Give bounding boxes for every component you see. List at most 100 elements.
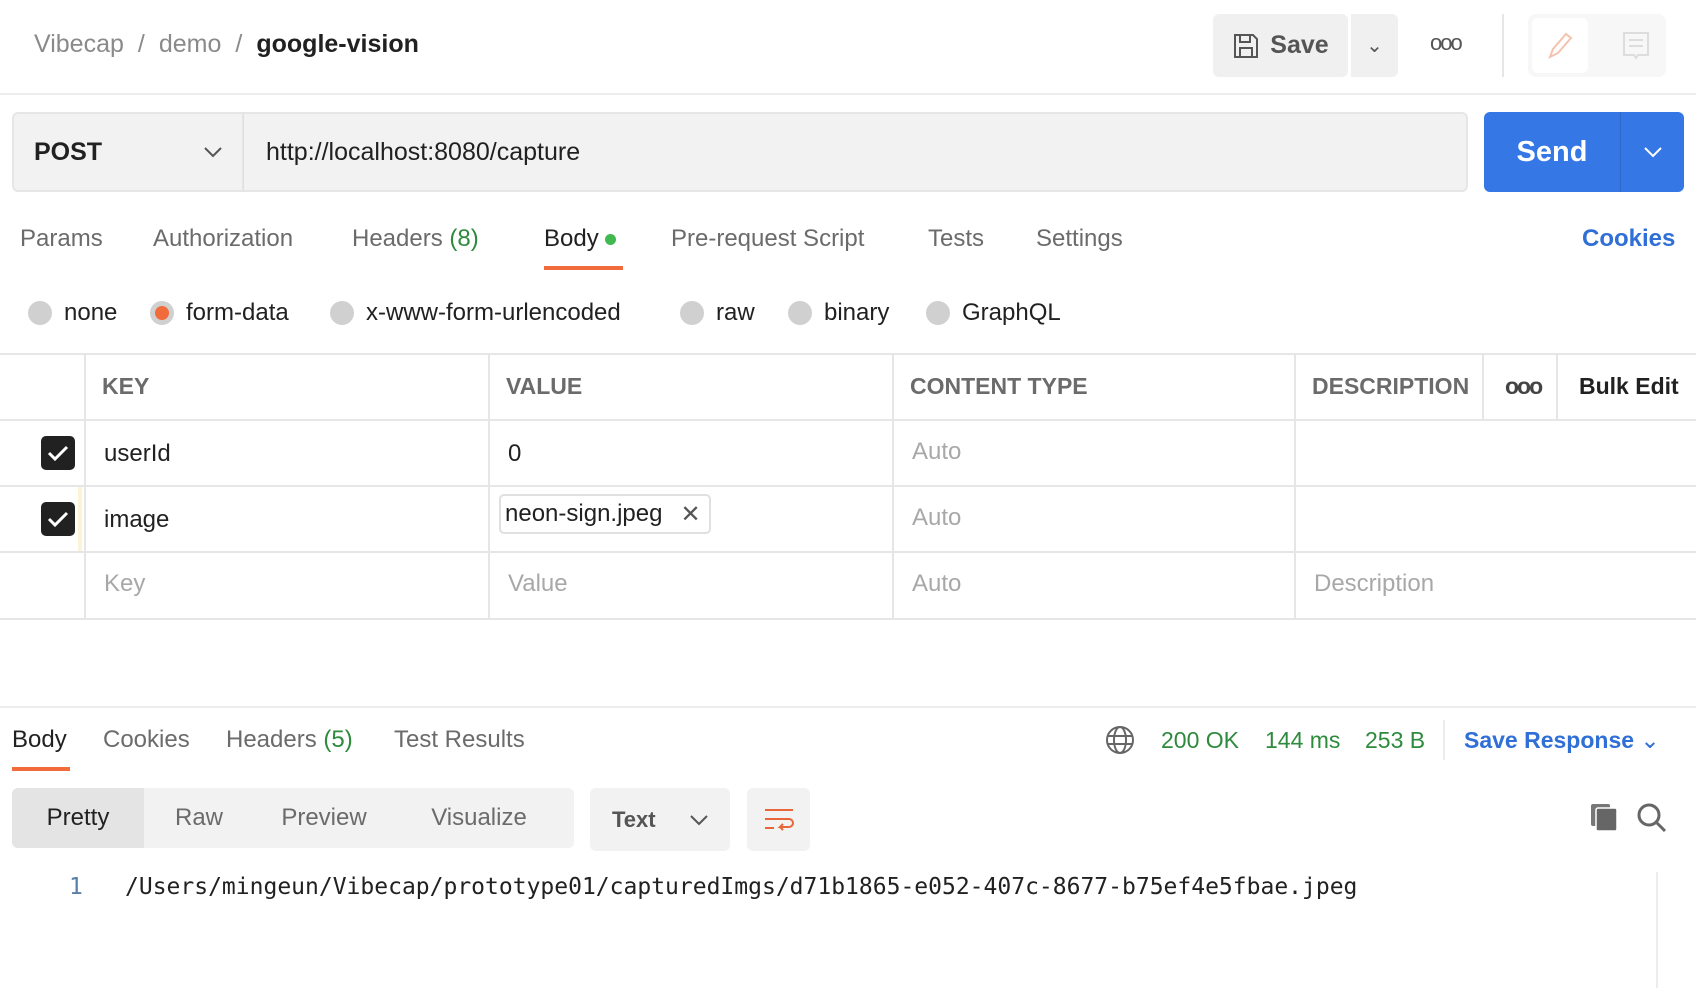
view-preview[interactable]: Preview [254,788,394,848]
tab-authorization[interactable]: Authorization [153,225,293,253]
status-code: 200 OK [1161,727,1239,753]
response-tab-headers[interactable]: Headers (5) [226,726,353,754]
globe-icon[interactable] [1105,725,1135,755]
save-label: Save [1270,31,1329,59]
side-panel-toggle [1528,14,1666,77]
radio-icon [926,301,950,325]
radio-binary[interactable]: binary [788,299,889,327]
modified-dot-icon [605,234,617,246]
breadcrumb-separator: / [137,30,145,58]
value-cell[interactable]: 0 [508,440,521,468]
chevron-down-icon: ⌄ [1640,727,1660,753]
content-type-cell[interactable]: Auto [912,438,961,466]
value-input[interactable]: Value [508,570,568,598]
view-pretty[interactable]: Pretty [12,788,144,848]
form-data-table: KEY VALUE CONTENT TYPE DESCRIPTION ooo B… [0,353,1696,620]
format-value: Text [612,806,656,832]
radio-urlencoded[interactable]: x-www-form-urlencoded [330,299,621,327]
comment-icon [1623,31,1649,60]
file-chip: neon-sign.jpeg ✕ [499,494,711,534]
description-input[interactable]: Description [1314,570,1434,598]
radio-icon [330,301,354,325]
file-name: neon-sign.jpeg [505,500,663,527]
radio-none[interactable]: none [28,299,117,327]
radio-label: x-www-form-urlencoded [366,299,621,326]
method-select[interactable]: POST [12,112,244,192]
col-divider [892,355,894,620]
tab-params[interactable]: Params [20,225,103,253]
breadcrumb-workspace[interactable]: Vibecap [34,30,124,59]
breadcrumb-collection[interactable]: demo [159,30,222,59]
tab-settings[interactable]: Settings [1036,225,1123,253]
tab-label: Body [544,225,599,252]
headers-count: (5) [323,726,353,753]
tab-body[interactable]: Body [544,225,617,253]
comments-button[interactable] [1608,18,1664,73]
save-button[interactable]: Save [1213,14,1348,77]
view-mode-tabs: Pretty Raw Preview Visualize [12,788,574,848]
view-visualize[interactable]: Visualize [394,788,564,848]
response-size: 253 B [1365,727,1426,753]
bulk-edit-button[interactable]: Bulk Edit [1579,373,1679,400]
more-options-button[interactable]: ooo [1430,30,1463,56]
radio-label: raw [716,299,755,326]
view-raw[interactable]: Raw [144,788,254,848]
save-response-button[interactable]: Save Response ⌄ [1464,727,1660,754]
save-icon [1234,33,1259,58]
scrollbar-track[interactable] [1656,872,1658,988]
radio-selected-icon [150,301,174,325]
active-tab-indicator [544,266,623,270]
cookies-link[interactable]: Cookies [1582,225,1675,253]
remove-file-icon[interactable]: ✕ [680,500,700,529]
send-button[interactable]: Send [1484,112,1620,192]
url-input[interactable]: http://localhost:8080/capture [243,112,1468,192]
checkmark-icon [47,511,69,528]
radio-raw[interactable]: raw [680,299,755,327]
col-divider [488,355,490,620]
tab-label: Headers [352,225,443,252]
tab-tests[interactable]: Tests [928,225,984,253]
radio-icon [28,301,52,325]
line-number: 1 [69,874,83,900]
save-dropdown-button[interactable]: ⌄ [1351,14,1398,77]
chevron-down-icon: ⌄ [1366,35,1383,57]
tab-label: Headers [226,726,317,753]
row-checkbox[interactable] [41,502,75,536]
row-divider [0,419,1696,421]
send-dropdown-button[interactable] [1620,112,1684,192]
wrap-lines-button[interactable] [747,788,810,851]
edit-button[interactable] [1532,18,1588,73]
content-type-cell[interactable]: Auto [912,504,961,532]
col-divider [84,355,86,620]
radio-label: form-data [186,299,289,326]
tab-headers[interactable]: Headers (8) [352,225,479,253]
chevron-down-icon [204,147,222,158]
response-body-text[interactable]: /Users/mingeun/Vibecap/prototype01/captu… [125,874,1357,900]
tab-pre-request-script[interactable]: Pre-request Script [671,225,864,253]
response-tab-test-results[interactable]: Test Results [394,726,525,754]
key-input[interactable]: Key [104,570,145,598]
key-cell[interactable]: userId [104,440,171,468]
radio-form-data[interactable]: form-data [150,299,289,327]
breadcrumb-request[interactable]: google-vision [256,30,419,59]
checkmark-icon [47,445,69,462]
col-divider [1556,355,1558,419]
key-cell[interactable]: image [104,506,169,534]
content-type-input[interactable]: Auto [912,570,961,598]
radio-graphql[interactable]: GraphQL [926,299,1061,327]
wrap-icon [764,808,794,831]
row-checkbox[interactable] [41,436,75,470]
radio-label: none [64,299,118,326]
table-more-button[interactable]: ooo [1505,373,1543,400]
response-tab-cookies[interactable]: Cookies [103,726,190,754]
radio-icon [788,301,812,325]
copy-icon[interactable] [1589,802,1619,832]
row-divider [0,618,1696,620]
response-tab-body[interactable]: Body [12,726,67,754]
response-divider[interactable] [0,706,1696,708]
row-divider [0,485,1696,487]
format-select[interactable]: Text [590,788,730,851]
search-icon[interactable] [1636,802,1668,834]
col-divider [1482,355,1484,419]
radio-label: GraphQL [962,299,1061,326]
